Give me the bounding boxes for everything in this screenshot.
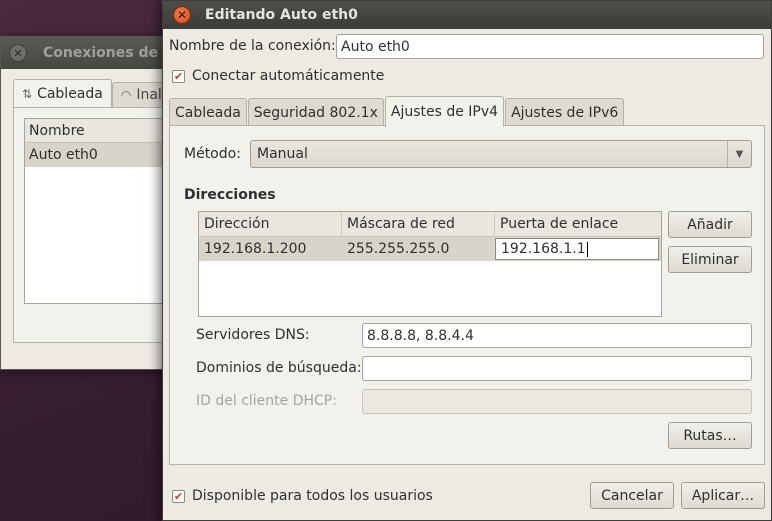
addresses-table: Dirección Máscara de red Puerta de enlac… xyxy=(198,211,662,317)
dns-servers-input[interactable] xyxy=(362,323,752,348)
method-value: Manual xyxy=(257,146,308,162)
routes-button[interactable]: Rutas… xyxy=(668,422,752,449)
dns-servers-label: Servidores DNS: xyxy=(196,327,310,343)
connection-name-input[interactable] xyxy=(336,34,764,59)
addresses-title: Direcciones xyxy=(184,187,276,203)
dialog-title: Editando Auto eth0 xyxy=(205,7,358,23)
all-users-checkbox[interactable]: ✔ xyxy=(172,489,185,503)
wireless-icon: ◠ xyxy=(120,88,132,102)
cancel-button[interactable]: Cancelar xyxy=(590,482,674,509)
autoconnect-label: Conectar automáticamente xyxy=(192,68,385,84)
table-row[interactable]: 192.168.1.200 255.255.255.0 192.168.1.1 xyxy=(199,237,661,261)
autoconnect-row: ✔ Conectar automáticamente xyxy=(172,68,384,84)
close-icon[interactable]: ✕ xyxy=(9,44,27,62)
add-address-button[interactable]: Añadir xyxy=(668,211,752,238)
method-dropdown[interactable]: Manual ▼ xyxy=(250,140,752,168)
close-icon[interactable]: ✕ xyxy=(173,6,191,24)
gateway-cell-value: 192.168.1.1 xyxy=(501,241,586,257)
column-header-netmask[interactable]: Máscara de red xyxy=(342,212,495,236)
connection-name-label: Nombre de la conexión: xyxy=(169,38,336,54)
network-connections-tabs: ⇅ Cableada ◠ Inala xyxy=(13,79,180,107)
tab-wired[interactable]: ⇅ Cableada xyxy=(13,79,112,107)
wired-network-icon: ⇅ xyxy=(22,86,33,101)
tab-security-8021x[interactable]: Seguridad 802.1x xyxy=(247,98,384,126)
dialog-titlebar: ✕ Editando Auto eth0 xyxy=(163,1,771,29)
netmask-cell[interactable]: 255.255.255.0 xyxy=(342,237,495,261)
settings-tabs: Cableada Seguridad 802.1x Ajustes de IPv… xyxy=(169,95,625,127)
all-users-row: ✔ Disponible para todos los usuarios xyxy=(172,488,433,504)
ipv4-settings-panel: Método: Manual ▼ Direcciones Dirección M… xyxy=(169,125,765,465)
addresses-table-header: Dirección Máscara de red Puerta de enlac… xyxy=(199,212,661,237)
dhcp-client-id-input xyxy=(362,389,752,414)
autoconnect-checkbox[interactable]: ✔ xyxy=(172,69,185,83)
dhcp-client-id-label: ID del cliente DHCP: xyxy=(196,393,337,409)
apply-button[interactable]: Aplicar… xyxy=(681,482,765,509)
column-header-address[interactable]: Dirección xyxy=(199,212,342,236)
all-users-label: Disponible para todos los usuarios xyxy=(192,488,433,504)
address-cell[interactable]: 192.168.1.200 xyxy=(199,237,342,261)
column-header-gateway[interactable]: Puerta de enlace xyxy=(495,212,661,236)
tab-ipv4-settings[interactable]: Ajustes de IPv4 xyxy=(384,96,505,127)
tab-wired-label: Cableada xyxy=(37,85,103,102)
network-connections-title: Conexiones de r xyxy=(43,45,170,61)
search-domains-input[interactable] xyxy=(362,356,752,381)
search-domains-label: Dominios de búsqueda: xyxy=(196,360,362,376)
tab-ipv6-settings[interactable]: Ajustes de IPv6 xyxy=(505,98,625,126)
tab-wired[interactable]: Cableada xyxy=(169,98,247,126)
chevron-down-icon: ▼ xyxy=(727,141,751,167)
text-cursor xyxy=(586,241,588,257)
method-label: Método: xyxy=(184,146,241,162)
remove-address-button[interactable]: Eliminar xyxy=(668,246,752,273)
gateway-cell-editor[interactable]: 192.168.1.1 xyxy=(495,238,659,260)
edit-connection-dialog: ✕ Editando Auto eth0 Nombre de la conexi… xyxy=(162,0,772,521)
